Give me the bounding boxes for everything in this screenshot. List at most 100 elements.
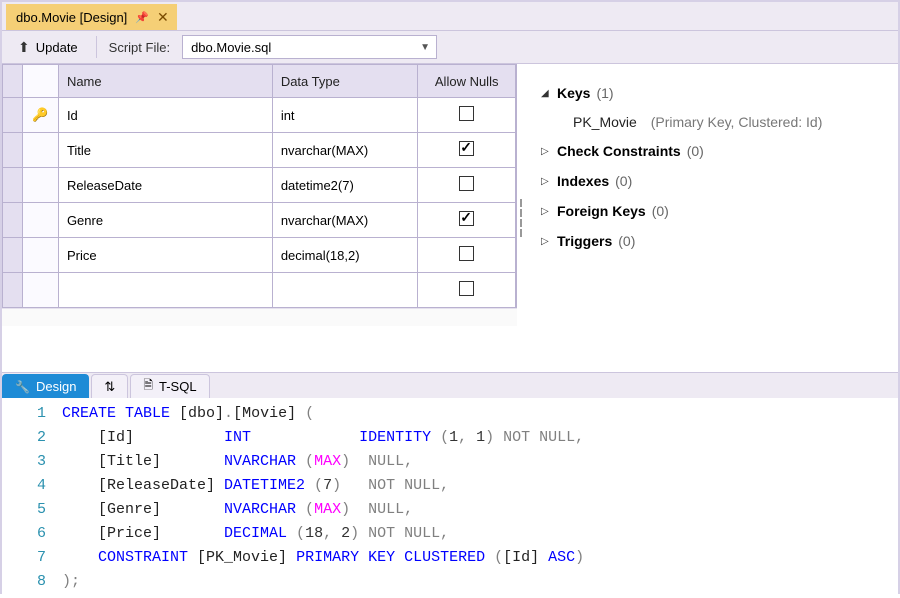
check-constraints-node[interactable]: ▷ Check Constraints (0) <box>535 136 888 166</box>
grid-icon-header <box>22 65 58 98</box>
column-name-cell[interactable]: Price <box>58 238 272 273</box>
pin-icon[interactable]: 📌 <box>135 11 149 24</box>
row-key-icon: 🔑 <box>22 98 58 133</box>
upload-icon: ⬆ <box>18 39 30 56</box>
row-header[interactable] <box>3 133 23 168</box>
expand-icon: ◢ <box>541 88 551 99</box>
column-name-cell[interactable]: Title <box>58 133 272 168</box>
keys-count: (1) <box>596 85 613 101</box>
row-key-icon <box>22 203 58 238</box>
column-name-cell[interactable]: ReleaseDate <box>58 168 272 203</box>
grid-header-name[interactable]: Name <box>58 65 272 98</box>
keys-node[interactable]: ◢ Keys (1) <box>535 78 888 108</box>
update-label: Update <box>36 40 78 55</box>
check-label: Check Constraints <box>557 143 681 159</box>
columns-grid[interactable]: Name Data Type Allow Nulls 🔑IdintTitlenv… <box>2 64 517 308</box>
key-item[interactable]: PK_Movie (Primary Key, Clustered: Id) <box>535 108 888 136</box>
row-header[interactable] <box>3 168 23 203</box>
table-row[interactable]: 🔑Idint <box>3 98 517 133</box>
row-key-icon <box>22 238 58 273</box>
sql-editor[interactable]: 12345678 CREATE TABLE [dbo].[Movie] ( [I… <box>2 398 898 598</box>
checkbox-icon[interactable] <box>459 281 474 296</box>
tab-swap[interactable]: ⇅ <box>91 374 128 398</box>
expand-icon: ▷ <box>541 176 551 187</box>
table-row[interactable]: Titlenvarchar(MAX) <box>3 133 517 168</box>
column-name-cell[interactable]: Genre <box>58 203 272 238</box>
tab-design-label: Design <box>36 379 76 394</box>
column-type-cell[interactable] <box>272 273 418 308</box>
indexes-count: (0) <box>615 173 632 189</box>
document-tab[interactable]: dbo.Movie [Design] 📌 ✕ <box>6 4 177 30</box>
column-name-cell[interactable] <box>58 273 272 308</box>
foreign-keys-node[interactable]: ▷ Foreign Keys (0) <box>535 196 888 226</box>
columns-grid-pane: Name Data Type Allow Nulls 🔑IdintTitlenv… <box>2 64 517 372</box>
check-count: (0) <box>687 143 704 159</box>
checkbox-icon[interactable] <box>459 106 474 121</box>
checkbox-icon[interactable] <box>459 141 474 156</box>
properties-pane: ◢ Keys (1) PK_Movie (Primary Key, Cluste… <box>525 64 898 372</box>
tab-tsql-label: T-SQL <box>159 379 197 394</box>
allow-nulls-cell[interactable] <box>418 238 516 273</box>
column-type-cell[interactable]: nvarchar(MAX) <box>272 133 418 168</box>
row-header[interactable] <box>3 98 23 133</box>
bottom-tab-strip: 🔧 Design ⇅ 🗎 T-SQL <box>2 372 898 398</box>
allow-nulls-cell[interactable] <box>418 133 516 168</box>
splitter-handle[interactable] <box>517 64 525 372</box>
document-tab-title: dbo.Movie [Design] <box>16 10 127 25</box>
column-type-cell[interactable]: decimal(18,2) <box>272 238 418 273</box>
column-type-cell[interactable]: int <box>272 98 418 133</box>
column-name-cell[interactable]: Id <box>58 98 272 133</box>
triggers-node[interactable]: ▷ Triggers (0) <box>535 226 888 256</box>
script-file-label: Script File: <box>109 40 170 55</box>
triggers-label: Triggers <box>557 233 612 249</box>
indexes-node[interactable]: ▷ Indexes (0) <box>535 166 888 196</box>
row-header[interactable] <box>3 203 23 238</box>
expand-icon: ▷ <box>541 206 551 217</box>
tab-design[interactable]: 🔧 Design <box>2 374 89 398</box>
grid-corner <box>3 65 23 98</box>
close-icon[interactable]: ✕ <box>157 9 169 26</box>
grid-header-nulls[interactable]: Allow Nulls <box>418 65 516 98</box>
key-name: PK_Movie <box>573 114 637 130</box>
expand-icon: ▷ <box>541 236 551 247</box>
column-type-cell[interactable]: nvarchar(MAX) <box>272 203 418 238</box>
allow-nulls-cell[interactable] <box>418 98 516 133</box>
designer-content: Name Data Type Allow Nulls 🔑IdintTitlenv… <box>2 64 898 372</box>
grid-scrollbar[interactable] <box>2 308 517 326</box>
table-row[interactable]: Genrenvarchar(MAX) <box>3 203 517 238</box>
document-tab-strip: dbo.Movie [Design] 📌 ✕ <box>2 2 898 30</box>
checkbox-icon[interactable] <box>459 211 474 226</box>
design-icon: 🔧 <box>15 380 30 394</box>
grid-header-type[interactable]: Data Type <box>272 65 418 98</box>
expand-icon: ▷ <box>541 146 551 157</box>
swap-icon: ⇅ <box>104 379 115 395</box>
column-type-cell[interactable]: datetime2(7) <box>272 168 418 203</box>
fkeys-count: (0) <box>652 203 669 219</box>
script-file-combo[interactable]: dbo.Movie.sql ▼ <box>182 35 437 59</box>
line-gutter: 12345678 <box>2 402 62 598</box>
allow-nulls-cell[interactable] <box>418 273 516 308</box>
toolbar-divider <box>96 36 97 58</box>
triggers-count: (0) <box>618 233 635 249</box>
allow-nulls-cell[interactable] <box>418 168 516 203</box>
row-header[interactable] <box>3 238 23 273</box>
row-key-icon <box>22 168 58 203</box>
tab-tsql[interactable]: 🗎 T-SQL <box>130 374 209 398</box>
checkbox-icon[interactable] <box>459 246 474 261</box>
allow-nulls-cell[interactable] <box>418 203 516 238</box>
table-row[interactable] <box>3 273 517 308</box>
fkeys-label: Foreign Keys <box>557 203 646 219</box>
row-key-icon <box>22 133 58 168</box>
script-file-value: dbo.Movie.sql <box>191 40 271 55</box>
sql-code[interactable]: CREATE TABLE [dbo].[Movie] ( [Id] INT ID… <box>62 402 584 598</box>
toolbar: ⬆ Update Script File: dbo.Movie.sql ▼ <box>2 30 898 64</box>
table-row[interactable]: ReleaseDatedatetime2(7) <box>3 168 517 203</box>
row-key-icon <box>22 273 58 308</box>
update-button[interactable]: ⬆ Update <box>12 36 84 59</box>
indexes-label: Indexes <box>557 173 609 189</box>
chevron-down-icon: ▼ <box>420 42 430 53</box>
row-header[interactable] <box>3 273 23 308</box>
sql-icon: 🗎 <box>143 376 153 397</box>
checkbox-icon[interactable] <box>459 176 474 191</box>
table-row[interactable]: Pricedecimal(18,2) <box>3 238 517 273</box>
